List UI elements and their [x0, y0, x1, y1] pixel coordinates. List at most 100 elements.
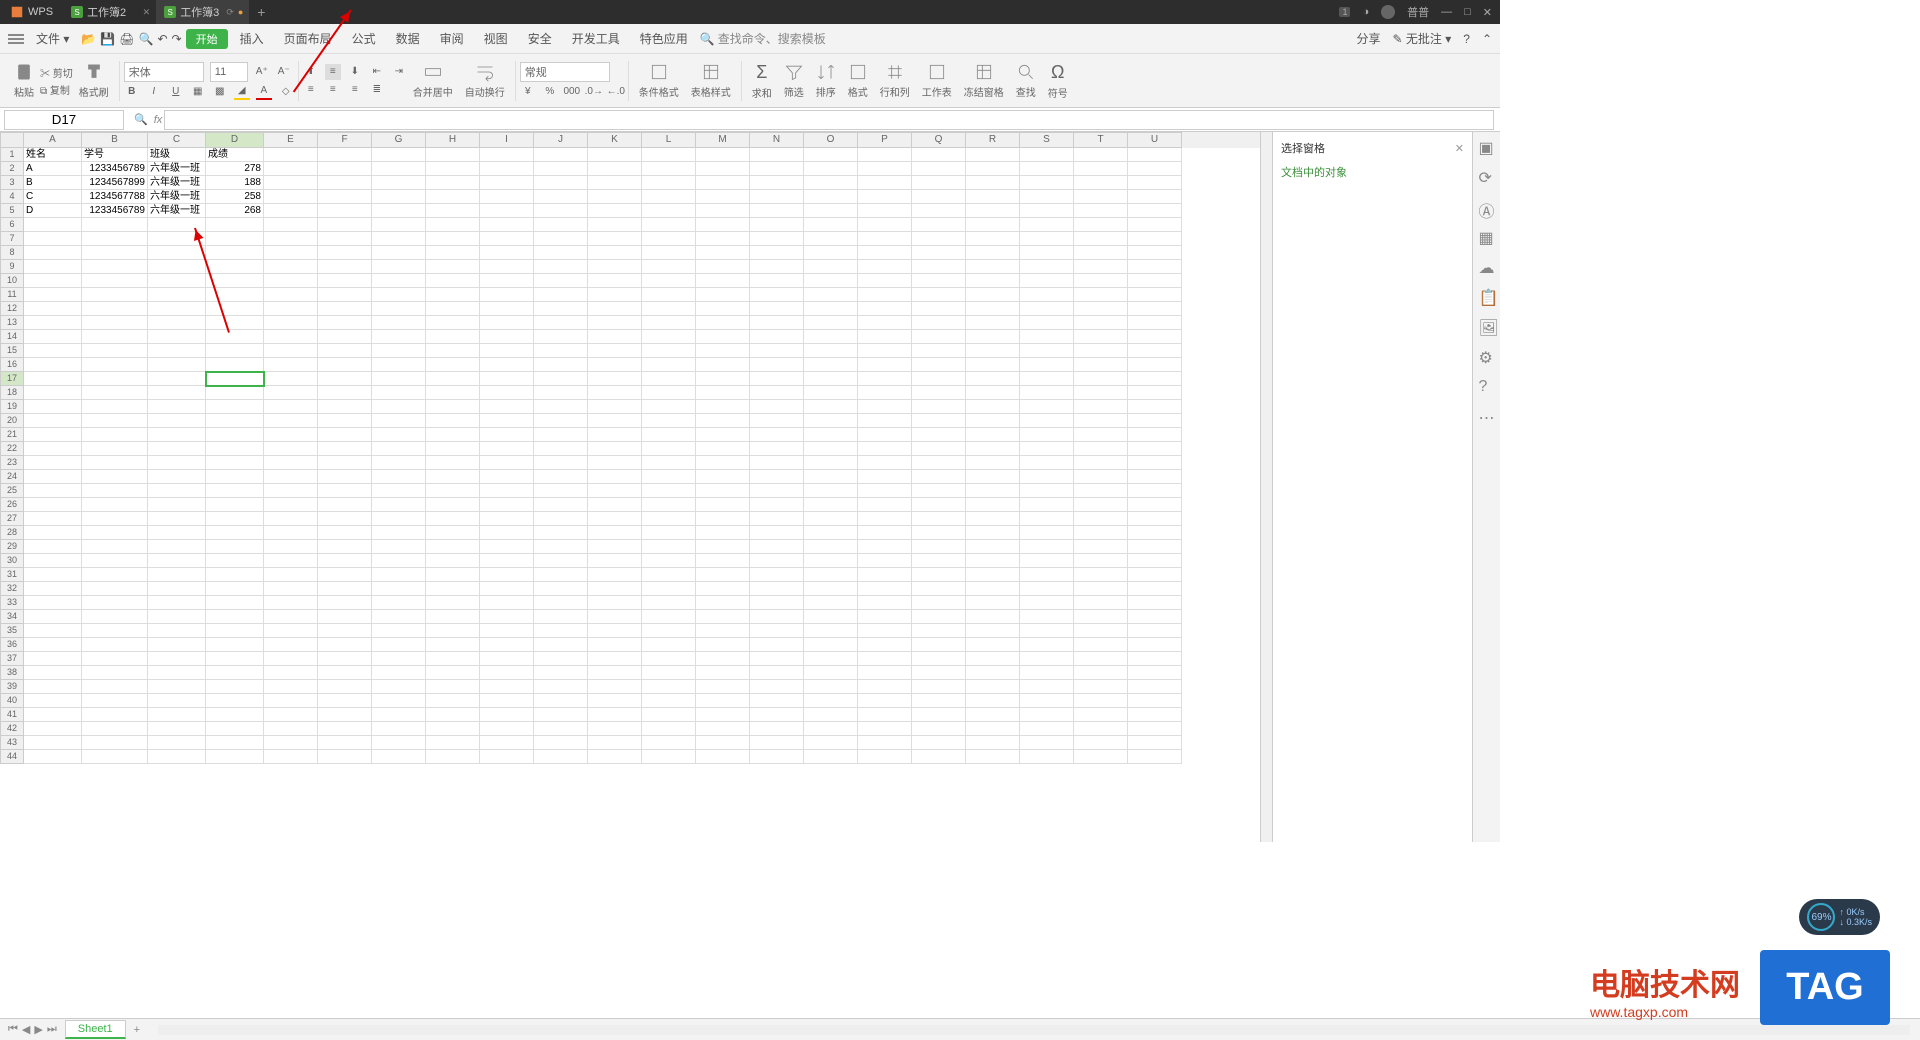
cell[interactable]: [750, 386, 804, 400]
cell[interactable]: [858, 680, 912, 694]
cell[interactable]: [696, 330, 750, 344]
cell[interactable]: [480, 316, 534, 330]
doc-tab-2[interactable]: S 工作簿3 ⟳ ●: [156, 0, 249, 24]
cell[interactable]: [534, 708, 588, 722]
cell[interactable]: [1020, 512, 1074, 526]
cell[interactable]: [1074, 694, 1128, 708]
cell[interactable]: [642, 582, 696, 596]
cell[interactable]: [534, 316, 588, 330]
cell[interactable]: [912, 176, 966, 190]
cell[interactable]: [1074, 386, 1128, 400]
cell[interactable]: [858, 512, 912, 526]
cell[interactable]: [206, 288, 264, 302]
image-icon[interactable]: 🖼: [1479, 318, 1495, 334]
cell[interactable]: [82, 750, 148, 764]
cell[interactable]: [750, 498, 804, 512]
cell[interactable]: [534, 666, 588, 680]
cell[interactable]: [480, 596, 534, 610]
cell[interactable]: [912, 414, 966, 428]
cell[interactable]: 成绩: [206, 148, 264, 162]
tab-review[interactable]: 审阅: [432, 30, 472, 47]
cell[interactable]: [534, 386, 588, 400]
col-header[interactable]: K: [588, 132, 642, 148]
cell[interactable]: [82, 302, 148, 316]
cell[interactable]: [426, 176, 480, 190]
cell[interactable]: [426, 470, 480, 484]
tab-pagelayout[interactable]: 页面布局: [276, 30, 340, 47]
save-icon[interactable]: 💾: [100, 32, 115, 46]
cell[interactable]: [642, 330, 696, 344]
cell[interactable]: [534, 288, 588, 302]
cell[interactable]: [1020, 554, 1074, 568]
cell[interactable]: [1128, 470, 1182, 484]
cell[interactable]: [148, 540, 206, 554]
cell[interactable]: [966, 652, 1020, 666]
cell[interactable]: [912, 204, 966, 218]
cell[interactable]: [966, 680, 1020, 694]
cell[interactable]: [588, 680, 642, 694]
cell[interactable]: [1074, 722, 1128, 736]
print-icon[interactable]: 🖨: [119, 32, 134, 46]
cell[interactable]: [642, 666, 696, 680]
cell[interactable]: [318, 722, 372, 736]
col-header[interactable]: R: [966, 132, 1020, 148]
cell[interactable]: [318, 176, 372, 190]
cell[interactable]: [966, 484, 1020, 498]
row-header[interactable]: 22: [0, 442, 24, 456]
cell[interactable]: [82, 372, 148, 386]
cell[interactable]: [804, 344, 858, 358]
vertical-scrollbar[interactable]: [1260, 132, 1272, 842]
cell[interactable]: [318, 540, 372, 554]
cell[interactable]: [588, 386, 642, 400]
cell[interactable]: [372, 750, 426, 764]
col-header[interactable]: I: [480, 132, 534, 148]
cell[interactable]: [148, 442, 206, 456]
cell[interactable]: [750, 316, 804, 330]
cell[interactable]: [534, 232, 588, 246]
cell[interactable]: [1020, 638, 1074, 652]
cell[interactable]: [24, 302, 82, 316]
cell[interactable]: [912, 722, 966, 736]
cell[interactable]: [534, 400, 588, 414]
cell[interactable]: [426, 484, 480, 498]
cell[interactable]: [858, 428, 912, 442]
cell[interactable]: [24, 414, 82, 428]
percent-icon[interactable]: %: [542, 84, 558, 100]
cell[interactable]: [148, 638, 206, 652]
cell[interactable]: [1128, 414, 1182, 428]
cell[interactable]: [24, 498, 82, 512]
style-icon[interactable]: Ⓐ: [1479, 198, 1495, 214]
cell[interactable]: [82, 582, 148, 596]
cell[interactable]: [858, 148, 912, 162]
cell[interactable]: [750, 442, 804, 456]
cell[interactable]: [642, 190, 696, 204]
cell[interactable]: [966, 148, 1020, 162]
cell[interactable]: [372, 652, 426, 666]
row-header[interactable]: 12: [0, 302, 24, 316]
cell[interactable]: [696, 260, 750, 274]
cell[interactable]: [534, 750, 588, 764]
cell[interactable]: [426, 694, 480, 708]
cell[interactable]: [148, 750, 206, 764]
cell[interactable]: [858, 414, 912, 428]
cell[interactable]: [912, 456, 966, 470]
cell[interactable]: [24, 750, 82, 764]
cell[interactable]: [858, 554, 912, 568]
cell[interactable]: [480, 652, 534, 666]
cell[interactable]: [148, 722, 206, 736]
freeze-panes-button[interactable]: 冻结窗格: [964, 62, 1004, 99]
cell[interactable]: [372, 610, 426, 624]
cell[interactable]: [264, 610, 318, 624]
cell[interactable]: [372, 638, 426, 652]
col-header[interactable]: U: [1128, 132, 1182, 148]
cell[interactable]: [318, 554, 372, 568]
cell[interactable]: [82, 316, 148, 330]
cell[interactable]: [588, 302, 642, 316]
print-preview-icon[interactable]: 🔍: [139, 32, 154, 46]
cell[interactable]: [1128, 330, 1182, 344]
cell[interactable]: [804, 232, 858, 246]
cell[interactable]: [426, 540, 480, 554]
cell[interactable]: [1074, 246, 1128, 260]
cell[interactable]: [426, 288, 480, 302]
row-header[interactable]: 4: [0, 190, 24, 204]
